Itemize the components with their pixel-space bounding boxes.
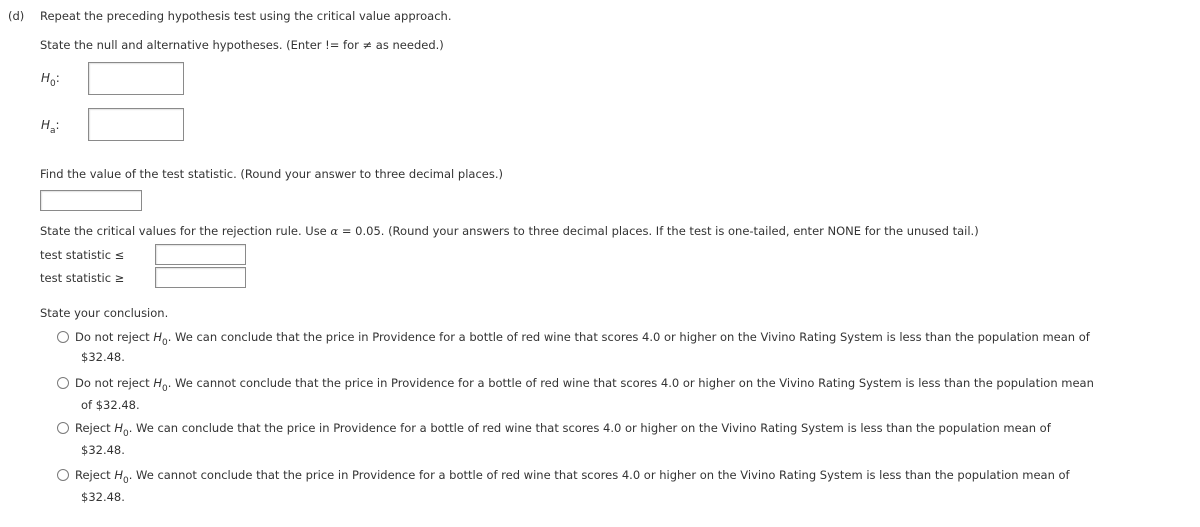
option-text-line2: $32.48. [81,443,125,457]
lower-critical-label: test statistic ≤ [40,248,125,262]
option-text-line1: Do not reject H0. We cannot conclude tha… [75,376,1094,394]
test-statistic-instruction: Find the value of the test statistic. (R… [40,167,503,181]
option-text-line1: Do not reject H0. We can conclude that t… [75,330,1090,348]
radio-button[interactable] [57,331,69,343]
hypotheses-instruction: State the null and alternative hypothese… [40,38,444,52]
alt-hypothesis-label: Ha: [41,118,60,136]
option-statement: . We cannot conclude that the price in P… [128,468,1070,482]
option-text-line2: $32.48. [81,490,125,504]
alt-h-main: H [41,118,51,132]
upper-critical-label: test statistic ≥ [40,271,125,285]
radio-button[interactable] [57,422,69,434]
lower-critical-input[interactable] [155,244,246,265]
option-statement: . We cannot conclude that the price in P… [167,376,1094,390]
option-prefix: Reject [75,468,115,482]
option-text-line1: Reject H0. We cannot conclude that the p… [75,468,1070,486]
h-symbol: H [114,468,123,482]
option-text-line2: $32.48. [81,350,125,364]
alt-colon: : [55,118,60,132]
critical-instruction-before: State the critical values for the reject… [40,224,331,238]
h-symbol: H [153,330,162,344]
critical-values-instruction: State the critical values for the reject… [40,224,979,238]
h-symbol: H [153,376,162,390]
conclusion-instruction: State your conclusion. [40,306,169,320]
option-text-line1: Reject H0. We can conclude that the pric… [75,421,1051,439]
upper-critical-input[interactable] [155,267,246,288]
option-text-line2: of $32.48. [81,398,140,412]
null-hypothesis-input[interactable] [88,62,184,95]
critical-instruction-after: = 0.05. (Round your answers to three dec… [338,224,979,238]
alt-hypothesis-input[interactable] [88,108,184,141]
radio-button[interactable] [57,377,69,389]
radio-button[interactable] [57,469,69,481]
test-statistic-input[interactable] [40,190,142,211]
option-statement: . We can conclude that the price in Prov… [167,330,1090,344]
option-prefix: Do not reject [75,376,154,390]
null-h-main: H [41,71,51,85]
h-symbol: H [114,421,123,435]
option-prefix: Do not reject [75,330,154,344]
part-label: (d) [8,9,25,23]
option-prefix: Reject [75,421,115,435]
null-colon: : [55,71,60,85]
option-statement: . We can conclude that the price in Prov… [128,421,1051,435]
null-hypothesis-label: H0: [41,71,60,89]
part-instruction: Repeat the preceding hypothesis test usi… [40,9,452,23]
